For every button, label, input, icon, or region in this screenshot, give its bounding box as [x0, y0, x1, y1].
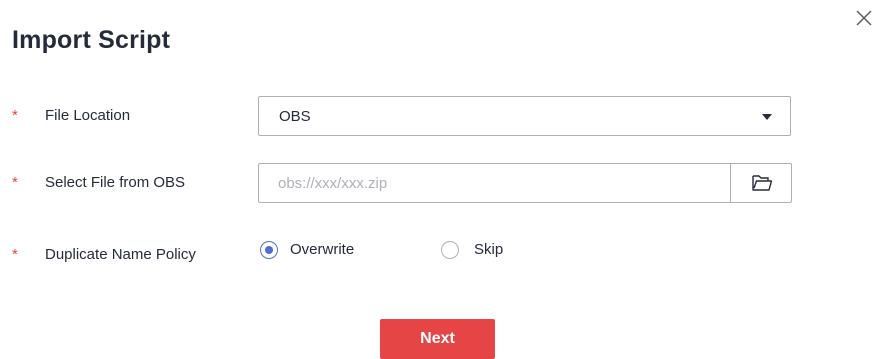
select-file-row: * Select File from OBS — [0, 163, 881, 205]
duplicate-policy-label: Duplicate Name Policy — [45, 246, 196, 263]
close-button[interactable] — [852, 6, 876, 30]
close-icon — [856, 10, 872, 26]
file-location-value: OBS — [279, 108, 311, 125]
import-script-dialog: Import Script * File Location OBS * Sele… — [0, 0, 881, 359]
select-file-label: Select File from OBS — [45, 174, 186, 191]
folder-icon — [752, 175, 773, 191]
browse-folder-button[interactable] — [730, 163, 792, 203]
dialog-title: Import Script — [12, 26, 171, 54]
skip-radio[interactable] — [441, 241, 459, 259]
duplicate-policy-row: * Duplicate Name Policy Overwrite Skip — [0, 235, 881, 277]
file-location-label: File Location — [45, 107, 131, 124]
file-location-select[interactable]: OBS — [258, 96, 791, 136]
required-mark: * — [12, 246, 18, 263]
required-mark: * — [12, 107, 18, 124]
overwrite-label[interactable]: Overwrite — [290, 241, 354, 258]
next-button[interactable]: Next — [380, 319, 495, 359]
overwrite-radio[interactable] — [260, 241, 278, 259]
obs-path-input[interactable] — [258, 163, 730, 203]
chevron-down-icon — [762, 114, 772, 120]
skip-label[interactable]: Skip — [474, 241, 503, 258]
required-mark: * — [12, 174, 18, 191]
file-location-row: * File Location OBS — [0, 96, 881, 138]
